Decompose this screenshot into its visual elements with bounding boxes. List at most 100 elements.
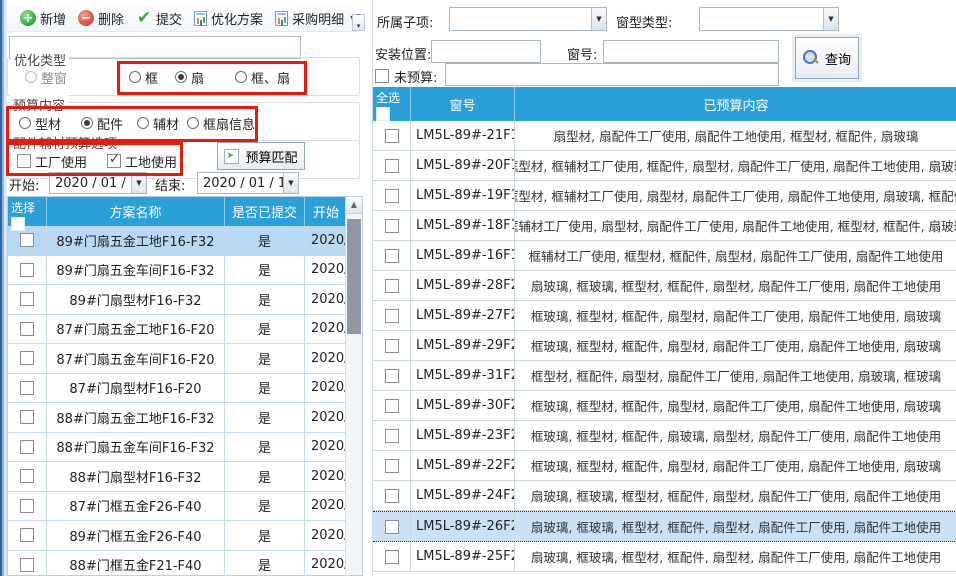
radio-option[interactable]: 型材 (19, 114, 61, 133)
table-row[interactable]: 88#门扇型材F16-F32 是 2020/0 (8, 462, 345, 492)
row-checkbox[interactable] (20, 499, 34, 513)
table-row[interactable]: LM5L-89#-29F27 框玻璃, 框型材, 框配件, 扇型材, 扇配件工厂… (373, 331, 956, 361)
select-all-checkbox[interactable] (11, 217, 25, 231)
table-row[interactable]: 88#门扇五金工地F16-F32 是 2020/0 (8, 403, 345, 433)
table-row[interactable]: LM5L-89#-19F17 框型材, 框辅材工厂使用, 扇型材, 扇配件工厂使… (373, 181, 956, 211)
no-budget-checkbox[interactable] (375, 69, 389, 83)
table-row[interactable]: 89#门框五金F26-F40 是 2020/0 (8, 521, 345, 551)
row-checkbox[interactable] (20, 292, 34, 306)
purchase-detail-button[interactable]: 采购明细 ▼ (269, 6, 362, 31)
checkbox-option[interactable]: 工地使用 (107, 152, 177, 171)
chevron-down-icon[interactable]: ▼ (131, 173, 146, 193)
no-budget-input[interactable] (445, 63, 779, 86)
row-checkbox[interactable] (20, 263, 34, 277)
query-button[interactable]: 查询 (795, 37, 859, 79)
row-checkbox[interactable] (385, 159, 399, 173)
table-row[interactable]: LM5L-89#-28F26 扇玻璃, 框玻璃, 框型材, 框配件, 扇型材, … (373, 271, 956, 301)
submitted-header[interactable]: 是否已提交 (224, 197, 304, 226)
radio-option[interactable]: 框 (129, 68, 158, 87)
start-header[interactable]: 开始 (304, 197, 345, 226)
scrollbar-thumb[interactable] (347, 219, 361, 334)
table-row[interactable]: 88#门扇五金车间F16-F32 是 2020/0 (8, 433, 345, 463)
table-row[interactable]: LM5L-89#-21F19 扇型材, 扇配件工厂使用, 扇配件工地使用, 框型… (373, 121, 956, 151)
radio-option[interactable]: 框扇信息 (187, 114, 255, 133)
row-checkbox[interactable] (385, 459, 399, 473)
submit-button[interactable]: ✔ 提交 (130, 6, 188, 31)
row-checkbox[interactable] (20, 351, 34, 365)
row-checkbox[interactable] (385, 369, 399, 383)
radio-option[interactable]: 配件 (81, 114, 123, 133)
table-row[interactable]: LM5L-89#-31F29 框型材, 框配件, 扇型材, 扇配件工厂使用, 扇… (373, 361, 956, 391)
window-no-input[interactable] (603, 40, 779, 63)
plan-name-header[interactable]: 方案名称 (46, 197, 224, 226)
row-checkbox[interactable] (385, 550, 399, 564)
radio-option[interactable]: 辅材 (137, 114, 179, 133)
row-checkbox[interactable] (385, 489, 399, 503)
row-checkbox[interactable] (385, 189, 399, 203)
add-button[interactable]: + 新增 (14, 6, 72, 31)
table-row[interactable]: 87#门扇五金车间F16-F20 是 2020/0 (8, 344, 345, 374)
budgeted-content-header[interactable]: 已预算内容 (514, 87, 956, 121)
row-checkbox[interactable] (20, 469, 34, 483)
table-row[interactable]: 89#门扇型材F16-F32 是 2020/0 (8, 285, 345, 315)
row-checkbox[interactable] (385, 129, 399, 143)
sub-item-dropdown[interactable]: ▼ (449, 7, 607, 31)
table-row[interactable]: LM5L-89#-30F28 框玻璃, 框型材, 框配件, 扇型材, 扇配件工厂… (373, 391, 956, 421)
select-all-checkbox[interactable] (376, 107, 390, 121)
table-row[interactable]: LM5L-89#-16F15 框辅材工厂使用, 框型材, 框配件, 扇型材, 扇… (373, 241, 956, 271)
row-checkbox[interactable] (385, 249, 399, 263)
toolbar-overflow-button[interactable]: ‾▾ (352, 14, 365, 31)
start-date-picker[interactable]: 2020 / 01 / 1 ▼ (49, 172, 147, 194)
table-row[interactable]: LM5L-89#-27F25 框玻璃, 框型材, 框配件, 扇型材, 扇配件工厂… (373, 301, 956, 331)
table-row[interactable]: LM5L-89#-18F16 框辅材工厂使用, 扇型材, 扇配件工厂使用, 扇配… (373, 211, 956, 241)
row-checkbox[interactable] (20, 558, 34, 572)
chevron-down-icon[interactable]: ▼ (823, 8, 838, 30)
table-row[interactable]: LM5L-89#-23F21 框玻璃, 框型材, 框配件, 扇玻璃, 扇型材, … (373, 421, 956, 451)
table-row[interactable]: 88#门框五金F21-F40 是 2020/0 (8, 551, 345, 576)
window-type-dropdown[interactable]: ▼ (699, 7, 839, 31)
chevron-down-icon[interactable]: ▼ (283, 173, 298, 193)
budget-match-button[interactable]: 预算匹配 (217, 142, 305, 170)
row-checkbox[interactable] (385, 309, 399, 323)
window-no-cell: LM5L-89#-21F19 (410, 121, 514, 150)
row-checkbox[interactable] (385, 520, 399, 534)
table-row[interactable]: LM5L-89#-22F20 框玻璃, 框型材, 框配件, 扇型材, 扇配件工厂… (373, 451, 956, 481)
table-row[interactable]: LM5L-89#-24F22 扇玻璃, 框玻璃, 框型材, 框配件, 扇型材, … (373, 481, 956, 511)
table-row[interactable]: 87#门扇五金工地F16-F20 是 2020/0 (8, 315, 345, 345)
row-checkbox[interactable] (20, 440, 34, 454)
row-checkbox[interactable] (20, 233, 34, 247)
scroll-up-arrow-icon[interactable]: ▲ (346, 197, 362, 214)
table-row[interactable]: LM5L-89#-25F23 扇玻璃, 框玻璃, 框型材, 框配件, 扇型材, … (373, 542, 956, 572)
radio-option[interactable]: 扇 (175, 68, 204, 87)
row-checkbox[interactable] (20, 410, 34, 424)
row-checkbox[interactable] (385, 399, 399, 413)
window-no-header[interactable]: 窗号 (410, 87, 514, 121)
vertical-scrollbar[interactable]: ▲ (345, 197, 362, 575)
row-checkbox[interactable] (385, 279, 399, 293)
add-icon: + (20, 10, 36, 26)
budget-match-label: 预算匹配 (245, 147, 297, 166)
row-checkbox[interactable] (20, 381, 34, 395)
row-checkbox[interactable] (20, 528, 34, 542)
table-row[interactable]: 87#门扇型材F16-F20 是 2020/0 (8, 374, 345, 404)
select-all-header: 选择 (8, 197, 46, 226)
row-checkbox[interactable] (385, 339, 399, 353)
optimize-plan-button[interactable]: 优化方案 (188, 6, 269, 31)
chevron-down-icon[interactable]: ▼ (591, 8, 606, 30)
checkbox-option[interactable]: 工厂使用 (17, 152, 87, 171)
row-checkbox[interactable] (20, 322, 34, 336)
row-checkbox[interactable] (385, 429, 399, 443)
table-row[interactable]: 89#门扇五金工地F16-F32 是 2020/0 (8, 226, 345, 256)
magnifier-icon (803, 50, 819, 66)
checkbox-label: 工厂使用 (35, 152, 87, 171)
table-row[interactable]: 89#门扇五金车间F16-F32 是 2020/0 (8, 256, 345, 286)
end-date-picker[interactable]: 2020 / 01 / 13 ▼ (197, 172, 299, 194)
delete-button[interactable]: − 删除 (72, 6, 130, 31)
table-row[interactable]: LM5L-89#-26F24 扇玻璃, 框玻璃, 框型材, 框配件, 扇型材, … (373, 511, 956, 542)
row-checkbox[interactable] (385, 219, 399, 233)
table-row[interactable]: LM5L-89#-20F18 框型材, 框辅材工厂使用, 框配件, 扇型材, 扇… (373, 151, 956, 181)
install-position-input[interactable] (431, 40, 541, 63)
radio-option[interactable]: 整窗 (25, 68, 67, 87)
table-row[interactable]: 87#门框五金F26-F40 是 2020/0 (8, 492, 345, 522)
radio-option[interactable]: 框、扇 (235, 68, 290, 87)
